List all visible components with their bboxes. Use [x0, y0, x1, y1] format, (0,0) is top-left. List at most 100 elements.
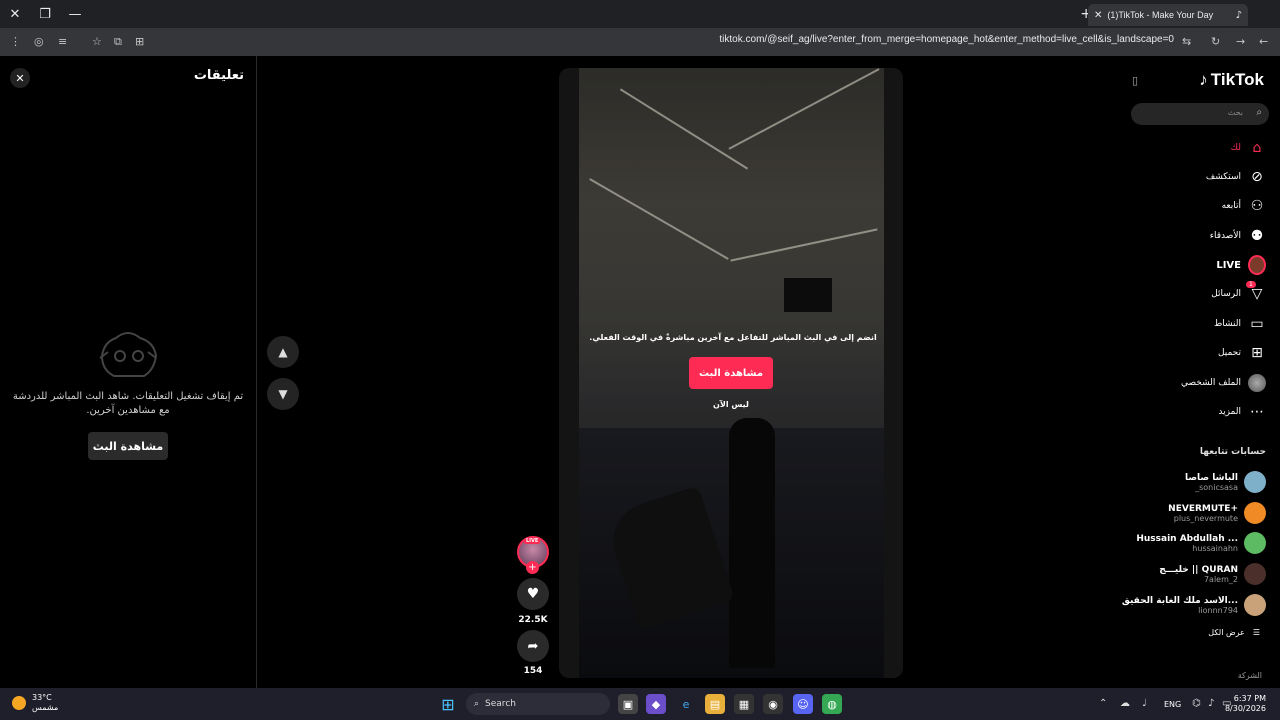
following-account[interactable]: الاسد ملك الغابة الحقيق... lionnn794: [1122, 592, 1266, 618]
company-link[interactable]: الشركة: [1238, 671, 1262, 680]
reading-list-icon[interactable]: ≡: [58, 35, 67, 48]
nav-messages[interactable]: الرسائل ▽ 1: [1211, 281, 1266, 305]
tiktok-logo[interactable]: ♪ TikTok: [1199, 70, 1264, 90]
tray-overflow-icon[interactable]: ⌃: [1099, 698, 1107, 709]
widgets-icon[interactable]: ◆: [646, 694, 666, 714]
url-text[interactable]: tiktok.com/@seif_ag/live?enter_from_merg…: [719, 34, 1174, 45]
edge-browser-icon[interactable]: e: [676, 694, 696, 714]
weather-widget[interactable]: 33°C مشمس: [12, 693, 58, 713]
heart-icon: ♥: [526, 586, 540, 602]
account-avatar: [1244, 532, 1266, 554]
nav-label: الملف الشخصي: [1181, 378, 1241, 388]
install-app-icon[interactable]: ⧉: [114, 35, 122, 49]
task-view-icon[interactable]: ▣: [618, 694, 638, 714]
share-button[interactable]: ➦: [517, 630, 549, 662]
nav-following[interactable]: أتابعه ⚇: [1222, 195, 1266, 217]
comments-disabled-message: تم إيقاف تشغيل التعليقات. شاهد البث المب…: [12, 391, 244, 416]
tab-close-icon[interactable]: ✕: [1094, 10, 1102, 21]
nav-profile[interactable]: الملف الشخصي: [1181, 372, 1266, 394]
bookmark-star-icon[interactable]: ☆: [92, 35, 102, 48]
account-name: خليـــج || QURAN: [1159, 564, 1238, 575]
live-badge: LIVE: [524, 538, 541, 544]
search-icon: ⌕: [474, 699, 480, 709]
discord-icon[interactable]: ☺: [793, 694, 813, 714]
nav-friends[interactable]: الأصدقاء ⚉: [1210, 225, 1266, 247]
account-name: Hussain Abdullah ...: [1136, 533, 1238, 544]
collapse-sidebar-icon[interactable]: ▯: [1132, 74, 1138, 87]
file-explorer-icon[interactable]: ▤: [705, 694, 725, 714]
following-account[interactable]: خليـــج || QURAN 7alem_2: [1159, 561, 1266, 587]
user-follow-icon: ⚇: [1250, 198, 1264, 214]
message-icon: ▭: [1250, 316, 1264, 332]
watch-live-button[interactable]: مشاهدة البث: [689, 357, 773, 389]
clock[interactable]: 6:37 PM 8/30/2026: [1225, 694, 1266, 714]
close-comments-button[interactable]: ✕: [10, 68, 30, 88]
network-icon[interactable]: ⌬: [1192, 698, 1201, 709]
date: 8/30/2026: [1224, 704, 1266, 713]
store-icon[interactable]: ▦: [734, 694, 754, 714]
previous-video-button[interactable]: ▲: [267, 336, 299, 368]
address-bar: ⋮ ◎ ≡ ☆ ⧉ ⊞ tiktok.com/@seif_ag/live?ent…: [0, 28, 1280, 56]
reload-icon[interactable]: ↻: [1211, 35, 1220, 48]
tab-title: (1)TikTok - Make Your Day: [1107, 10, 1214, 20]
volume-icon[interactable]: ♪: [1208, 698, 1214, 709]
nav-for-you[interactable]: لك ⌂: [1231, 137, 1266, 159]
site-settings-icon[interactable]: ⇆: [1182, 35, 1191, 48]
account-handle: plus_nevermute: [1173, 513, 1238, 523]
github-icon[interactable]: ◉: [763, 694, 783, 714]
minimize-window-icon[interactable]: —: [60, 0, 90, 28]
following-account[interactable]: الباشا صاصا _sonicsasa: [1185, 469, 1266, 495]
tiktok-favicon-icon: ♪: [1235, 9, 1242, 21]
taskbar-search-label: Search: [485, 699, 516, 709]
see-all-button[interactable]: عرض الكل ☰: [1208, 628, 1260, 637]
upload-icon: ⊞: [1251, 345, 1263, 361]
profile-icon[interactable]: ◎: [34, 35, 44, 48]
onedrive-icon[interactable]: ☁: [1120, 698, 1130, 709]
following-account[interactable]: NEVERMUTE+ plus_nevermute: [1168, 500, 1266, 526]
nav-explore[interactable]: استكشف ⊘: [1206, 166, 1266, 188]
profile-avatar-icon: [1248, 374, 1266, 392]
microphone-icon[interactable]: ♩: [1142, 698, 1147, 709]
nav-label: الرسائل: [1211, 289, 1241, 299]
account-avatar: [1244, 563, 1266, 585]
nav-label: LIVE: [1216, 259, 1241, 271]
search-icon: ⌕: [1256, 107, 1262, 118]
not-now-button[interactable]: ليس الآن: [700, 400, 762, 409]
language-indicator[interactable]: ENG: [1164, 700, 1181, 709]
account-name: الاسد ملك الغابة الحقيق...: [1121, 595, 1238, 606]
follow-plus-button[interactable]: +: [526, 561, 539, 574]
like-button[interactable]: ♥: [517, 578, 549, 610]
nav-upload[interactable]: تحميل ⊞: [1218, 342, 1266, 364]
next-video-button[interactable]: ▼: [267, 378, 299, 410]
chrome-icon[interactable]: ◍: [822, 694, 842, 714]
temperature: 33°C: [32, 693, 52, 702]
search-input[interactable]: بحث ⌕: [1131, 103, 1269, 125]
browser-tab[interactable]: ✕ (1)TikTok - Make Your Day ♪: [1088, 4, 1248, 26]
windows-start-icon[interactable]: ⊞: [438, 694, 458, 714]
chevron-up-icon: ▲: [278, 345, 288, 359]
nav-activity[interactable]: النشاط ▭: [1214, 313, 1266, 335]
account-avatar: [1244, 471, 1266, 493]
list-icon: ☰: [1252, 628, 1260, 637]
watch-stream-button[interactable]: مشاهدة البث: [88, 432, 168, 460]
menu-dots-icon[interactable]: ⋮: [10, 35, 21, 48]
account-handle: 7alem_2: [1203, 574, 1238, 584]
restore-window-icon[interactable]: ❐: [30, 0, 60, 28]
nav-live[interactable]: LIVE: [1216, 254, 1266, 276]
browser-title-bar: ✕ ❐ — + ✕ (1)TikTok - Make Your Day ♪: [0, 0, 1280, 28]
nav-label: النشاط: [1213, 319, 1241, 329]
following-account[interactable]: Hussain Abdullah ... hussainahn: [1136, 530, 1266, 556]
back-icon[interactable]: ←: [1259, 35, 1268, 48]
account-avatar: [1244, 594, 1266, 616]
nav-more[interactable]: المزيد ⋯: [1218, 401, 1266, 423]
friends-icon: ⚉: [1250, 228, 1264, 244]
close-window-icon[interactable]: ✕: [0, 0, 30, 28]
nav-label: لك: [1230, 143, 1241, 153]
logo-text: TikTok: [1210, 70, 1264, 89]
tiktok-live-page: ✕ تعليقات تم إيقاف تشغيل التعليقات. شاهد…: [0, 56, 1280, 688]
translate-icon[interactable]: ⊞: [135, 35, 144, 48]
comments-title: تعليقات: [193, 68, 244, 83]
search-placeholder: بحث: [1227, 108, 1243, 117]
forward-icon[interactable]: →: [1236, 35, 1245, 48]
taskbar-search[interactable]: ⌕ Search: [466, 693, 610, 715]
